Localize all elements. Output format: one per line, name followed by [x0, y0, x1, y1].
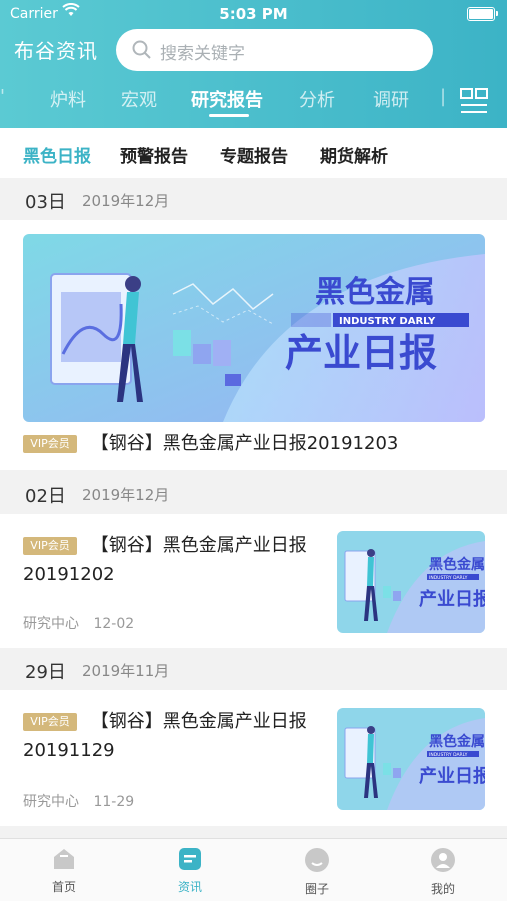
article-title: VIP会员 【钢谷】黑色金属产业日报 20191129: [23, 707, 323, 765]
article-meta: 研究中心 11-29: [23, 791, 134, 811]
thumb-title-2: 产业日报: [419, 765, 485, 787]
profile-icon: [430, 848, 456, 876]
article-title: VIP会员 【钢谷】黑色金属产业日报20191203: [23, 429, 398, 458]
date-month: 2019年12月: [82, 486, 170, 504]
tab-macro[interactable]: 宏观: [121, 86, 157, 112]
clock-time: 5:03 PM: [219, 5, 288, 23]
article-date: 12-02: [93, 616, 135, 632]
tabbar-home-label: 首页: [51, 880, 76, 894]
thumb-subtitle: INDUSTRY DARLY: [429, 575, 468, 581]
tab-furnace-material[interactable]: 炉料: [50, 86, 86, 112]
article-card[interactable]: VIP会员 【钢谷】黑色金属产业日报 20191202 研究中心 12-02 黑…: [0, 514, 507, 648]
search-input[interactable]: 搜索关键字: [116, 29, 433, 71]
banner-title: 黑色金属: [315, 275, 435, 310]
category-tabs: ' 炉料 宏观 研究报告 分析 调研 |: [0, 82, 450, 122]
app-header: Carrier 5:03 PM 布谷资讯 搜索关键字 ' 炉料 宏观 研究报告 …: [0, 0, 507, 128]
tabbar-profile-label: 我的: [430, 882, 455, 896]
vip-badge: VIP会员: [23, 537, 77, 555]
banner-subtitle: INDUSTRY DARLY: [339, 316, 436, 327]
subtab-black-daily[interactable]: 黑色日报: [23, 142, 91, 167]
tabbar-home[interactable]: 首页: [24, 847, 104, 895]
thumb-subtitle: INDUSTRY DARLY: [429, 752, 468, 758]
sub-tabs: 黑色日报 预警报告 专题报告 期货解析: [0, 128, 507, 178]
subtab-topic-report[interactable]: 专题报告: [220, 142, 288, 167]
article-title-text: 【钢谷】黑色金属产业日报20191203: [90, 433, 399, 454]
search-icon: [132, 40, 152, 64]
tab-analysis[interactable]: 分析: [299, 86, 335, 112]
tabbar-news-label: 资讯: [177, 880, 202, 894]
thumb-title: 黑色金属: [429, 556, 485, 573]
tabbar-circle[interactable]: 圈子: [277, 847, 357, 897]
article-source: 研究中心: [23, 616, 79, 632]
article-title-text: 【钢谷】黑色金属产业日报: [90, 535, 307, 556]
thumb-title-2: 产业日报: [419, 588, 485, 610]
active-tab-indicator: [209, 114, 249, 117]
news-icon: [178, 848, 202, 874]
article-thumbnail: 黑色金属 INDUSTRY DARLY 产业日报: [337, 531, 485, 633]
article-date: 11-29: [93, 794, 135, 810]
date-header: 29日 2019年11月: [0, 648, 507, 690]
date-month: 2019年11月: [82, 662, 170, 680]
date-day: 02日: [25, 486, 66, 507]
article-title: VIP会员 【钢谷】黑色金属产业日报 20191202: [23, 531, 323, 589]
vip-badge: VIP会员: [23, 713, 77, 731]
article-card-featured[interactable]: 黑色金属 INDUSTRY DARLY 产业日报 VIP会员 【钢谷】黑色金属产…: [0, 220, 507, 470]
tabbar-news[interactable]: 资讯: [150, 847, 230, 895]
vip-badge: VIP会员: [23, 435, 77, 453]
tab-research-report[interactable]: 研究报告: [191, 86, 263, 112]
date-month: 2019年12月: [82, 192, 170, 210]
app-brand-title: 布谷资讯: [14, 39, 98, 63]
banner-title-2: 产业日报: [285, 331, 437, 375]
bottom-tab-bar: 首页 资讯 圈子 我的: [0, 838, 507, 901]
tab-edge-indicator-right: |: [440, 86, 446, 107]
article-card[interactable]: VIP会员 【钢谷】黑色金属产业日报 20191129 研究中心 11-29 黑…: [0, 690, 507, 826]
subtab-futures-analysis[interactable]: 期货解析: [320, 142, 388, 167]
article-title-text-line2: 20191202: [23, 564, 115, 585]
date-day: 03日: [25, 192, 66, 213]
article-thumbnail: 黑色金属 INDUSTRY DARLY 产业日报: [337, 708, 485, 810]
tab-survey[interactable]: 调研: [373, 86, 409, 112]
date-header: 03日 2019年12月: [0, 178, 507, 220]
tabbar-profile[interactable]: 我的: [403, 847, 483, 897]
category-grid-icon[interactable]: [460, 88, 488, 118]
subtab-warning-report[interactable]: 预警报告: [120, 142, 188, 167]
article-source: 研究中心: [23, 794, 79, 810]
battery-icon: [467, 7, 498, 21]
article-meta: 研究中心 12-02: [23, 613, 134, 633]
date-header: 02日 2019年12月: [0, 472, 507, 514]
date-day: 29日: [25, 662, 66, 683]
tabbar-circle-label: 圈子: [304, 882, 329, 896]
tab-edge-indicator: ': [0, 86, 5, 107]
home-icon: [52, 849, 76, 874]
circle-icon: [304, 848, 330, 876]
status-bar: Carrier 5:03 PM: [0, 0, 507, 28]
article-title-text-line2: 20191129: [23, 740, 115, 761]
search-placeholder: 搜索关键字: [160, 44, 245, 64]
article-title-text: 【钢谷】黑色金属产业日报: [90, 711, 307, 732]
article-banner-image: 黑色金属 INDUSTRY DARLY 产业日报: [23, 234, 485, 422]
thumb-title: 黑色金属: [429, 733, 485, 750]
